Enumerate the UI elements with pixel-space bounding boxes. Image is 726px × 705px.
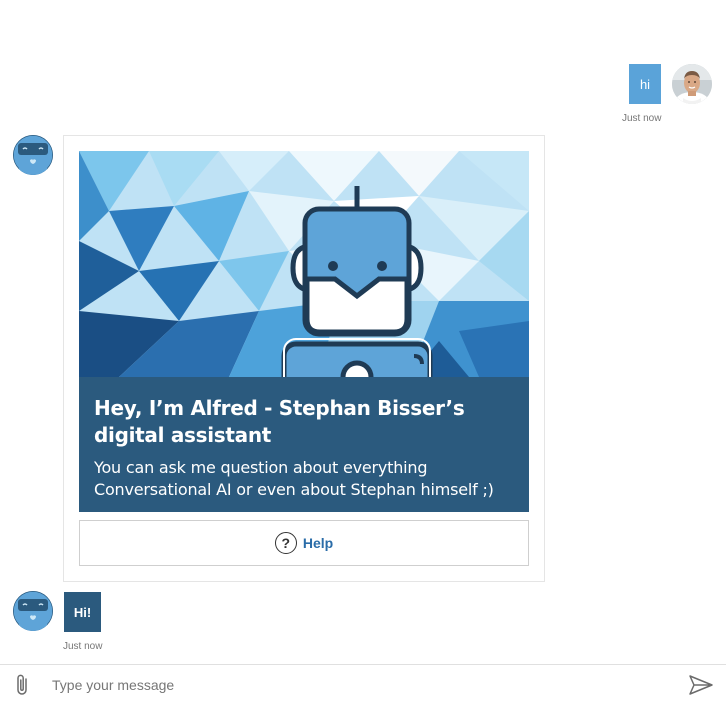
robot-avatar-icon	[13, 591, 53, 631]
card-banner: Hey, I’m Alfred - Stephan Bisser’s digit…	[79, 377, 529, 512]
message-input[interactable]	[52, 672, 672, 698]
help-button-label: Help	[302, 535, 334, 551]
send-icon	[689, 675, 713, 695]
question-circle-icon: ?	[274, 532, 297, 554]
send-button[interactable]	[688, 674, 714, 696]
hero-image	[79, 151, 529, 377]
robot-avatar-icon	[13, 135, 53, 175]
send-box	[0, 664, 726, 705]
bot-message-timestamp: Just now	[63, 641, 103, 652]
bot-message-text: Hi!	[73, 604, 92, 620]
chat-transcript: hi Just now Hey, I’m Alfred - Stephan Bi…	[0, 0, 726, 664]
help-button[interactable]: ? Help	[79, 520, 529, 566]
attach-button[interactable]	[12, 673, 34, 697]
user-message-bubble: hi	[629, 64, 661, 104]
user-photo-icon	[672, 64, 712, 104]
user-avatar	[672, 64, 712, 104]
user-message-text: hi	[639, 76, 651, 92]
card-text: You can ask me question about everything…	[94, 458, 494, 499]
bot-message-bubble: Hi!	[64, 592, 101, 632]
robot-hero-illustration	[79, 151, 529, 377]
user-message-timestamp: Just now	[622, 113, 662, 124]
bot-avatar	[13, 135, 53, 175]
hero-card: Hey, I’m Alfred - Stephan Bisser’s digit…	[63, 135, 545, 582]
paperclip-icon	[17, 674, 27, 695]
bot-avatar	[13, 591, 53, 631]
card-title: Hey, I’m Alfred - Stephan Bisser’s digit…	[94, 396, 465, 447]
